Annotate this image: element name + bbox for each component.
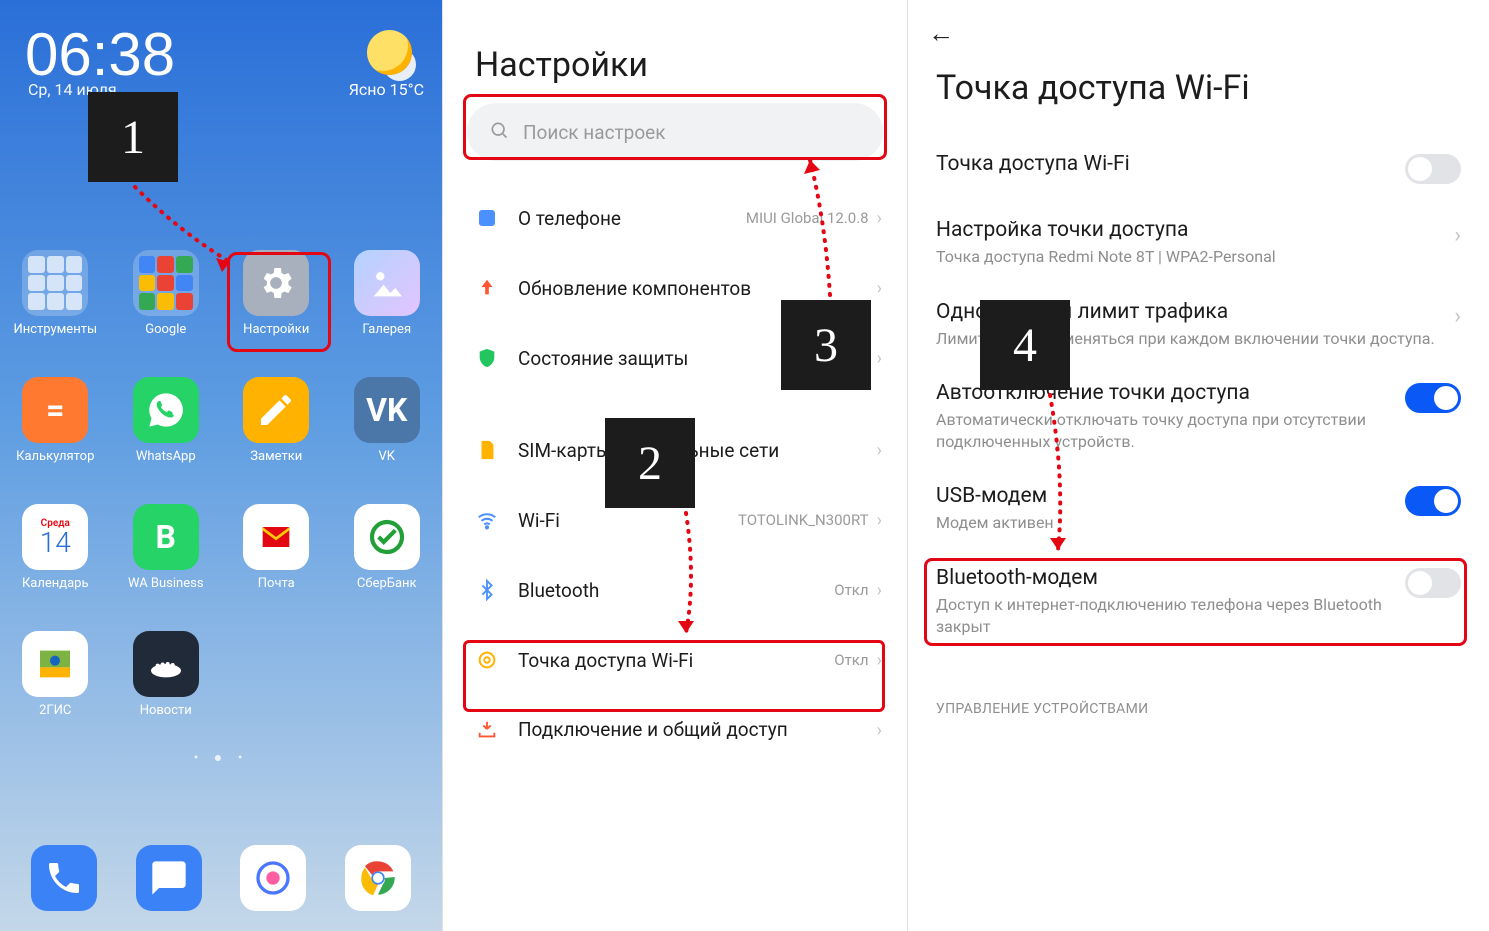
- gis-icon: [22, 631, 88, 697]
- dock-phone[interactable]: [24, 845, 104, 911]
- phone-icon: [31, 845, 97, 911]
- about-icon: [468, 207, 506, 229]
- news-icon: [133, 631, 199, 697]
- app-sberbank[interactable]: СберБанк: [339, 504, 434, 591]
- weather-icon: [367, 30, 412, 75]
- callout-4: 4: [980, 300, 1070, 390]
- back-button[interactable]: ←: [928, 18, 954, 49]
- callout-3: 3: [781, 300, 871, 390]
- share-icon: [468, 719, 506, 741]
- section-devices-label: УПРАВЛЕНИЕ УСТРОЙСТВАМИ: [908, 653, 1489, 717]
- settings-search[interactable]: Поиск настроек: [467, 103, 883, 161]
- mail-icon: [243, 504, 309, 570]
- item-hotspot-toggle[interactable]: Точка доступа Wi-Fi: [908, 136, 1489, 202]
- app-tools[interactable]: Инструменты: [8, 250, 103, 337]
- app-vk[interactable]: VKVK: [339, 377, 434, 464]
- app-mail[interactable]: Почта: [229, 504, 324, 591]
- camera-icon: [240, 845, 306, 911]
- messages-icon: [136, 845, 202, 911]
- row-connection-share[interactable]: Подключение и общий доступ ›: [443, 695, 907, 765]
- wifi-icon: [468, 509, 506, 531]
- app-google-folder[interactable]: Google: [118, 250, 213, 337]
- home-screen: 06:38 Ср, 14 июля Ясно 15°C Инструменты …: [0, 0, 442, 931]
- chevron-right-icon: ›: [1454, 304, 1461, 329]
- item-bt-tether[interactable]: Bluetooth-модемДоступ к интернет-подключ…: [908, 550, 1489, 653]
- row-bluetooth[interactable]: Bluetooth Откл ›: [443, 555, 907, 625]
- weather-text: Ясно 15°C: [349, 80, 424, 99]
- toggle-hotspot[interactable]: [1405, 154, 1461, 184]
- sber-icon: [354, 504, 420, 570]
- search-icon: [489, 120, 509, 145]
- callout-2: 2: [605, 418, 695, 508]
- settings-title: Настройки: [443, 0, 907, 103]
- dock-camera[interactable]: [233, 845, 313, 911]
- sim-icon: [468, 439, 506, 461]
- app-whatsapp[interactable]: WhatsApp: [118, 377, 213, 464]
- chevron-right-icon: ›: [877, 510, 882, 531]
- app-gallery[interactable]: Галерея: [339, 250, 434, 337]
- whatsapp-icon: [133, 377, 199, 443]
- notes-icon: [243, 377, 309, 443]
- chevron-right-icon: ›: [877, 720, 882, 741]
- chevron-right-icon: ›: [877, 348, 882, 369]
- item-usb-tether[interactable]: USB-модемМодем активен: [908, 468, 1489, 550]
- wa-business-icon: B: [133, 504, 199, 570]
- bluetooth-icon: [468, 579, 506, 601]
- row-about-phone[interactable]: О телефоне MIUI Global 12.0.8 ›: [443, 183, 907, 253]
- calendar-icon: Среда14: [22, 504, 88, 570]
- calculator-icon: =: [22, 377, 88, 443]
- chevron-right-icon: ›: [877, 208, 882, 229]
- app-notes[interactable]: Заметки: [229, 377, 324, 464]
- hotspot-icon: [468, 649, 506, 671]
- toggle-usb-tether[interactable]: [1405, 486, 1461, 516]
- app-news[interactable]: Новости: [118, 631, 213, 718]
- hotspot-screen: ← Точка доступа Wi-Fi Точка доступа Wi-F…: [907, 0, 1489, 931]
- page-dots: • ● •: [0, 749, 442, 766]
- app-settings[interactable]: Настройки: [229, 250, 324, 337]
- dock-chrome[interactable]: [338, 845, 418, 911]
- chevron-right-icon: ›: [1454, 223, 1461, 248]
- dock-messages[interactable]: [129, 845, 209, 911]
- app-2gis[interactable]: 2ГИС: [8, 631, 103, 718]
- callout-1: 1: [88, 92, 178, 182]
- hotspot-title: Точка доступа Wi-Fi: [908, 0, 1489, 136]
- chevron-right-icon: ›: [877, 580, 882, 601]
- item-hotspot-setup[interactable]: Настройка точки доступаТочка доступа Red…: [908, 202, 1489, 284]
- search-placeholder: Поиск настроек: [523, 121, 666, 144]
- app-calendar[interactable]: Среда14Календарь: [8, 504, 103, 591]
- chevron-right-icon: ›: [877, 440, 882, 461]
- dock: [0, 845, 442, 911]
- chrome-icon: [345, 845, 411, 911]
- row-hotspot[interactable]: Точка доступа Wi-Fi Откл ›: [443, 625, 907, 695]
- gallery-icon: [354, 250, 420, 316]
- gear-icon: [243, 250, 309, 316]
- shield-icon: [468, 347, 506, 369]
- vk-icon: VK: [354, 377, 420, 443]
- update-icon: [468, 277, 506, 299]
- chevron-right-icon: ›: [877, 278, 882, 299]
- app-calculator[interactable]: =Калькулятор: [8, 377, 103, 464]
- app-grid: Инструменты Google Настройки Галерея =Ка…: [0, 250, 442, 718]
- toggle-auto-off[interactable]: [1405, 383, 1461, 413]
- clock: 06:38: [25, 20, 175, 89]
- chevron-right-icon: ›: [877, 650, 882, 671]
- toggle-bt-tether[interactable]: [1405, 568, 1461, 598]
- app-wa-business[interactable]: BWA Business: [118, 504, 213, 591]
